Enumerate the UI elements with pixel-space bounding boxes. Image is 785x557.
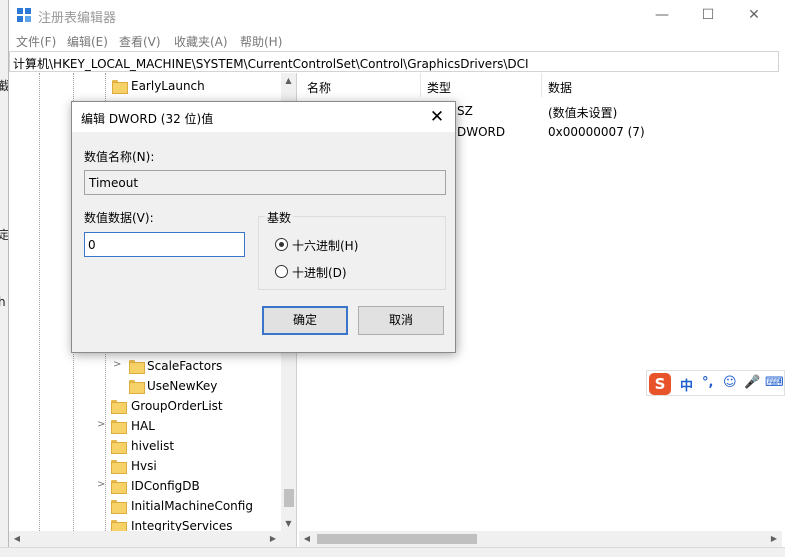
chevron-right-icon[interactable]: > <box>97 420 107 430</box>
chevron-right-icon[interactable]: > <box>97 480 107 490</box>
scroll-left-icon[interactable]: ◀ <box>9 531 25 547</box>
radio-hex-label[interactable]: 十六进制(H) <box>292 237 358 254</box>
scroll-down-icon[interactable]: ▼ <box>281 516 296 531</box>
tree-item-label: ScaleFactors <box>147 359 223 373</box>
tree-item-label: GroupOrderList <box>131 399 223 413</box>
scroll-up-icon[interactable]: ▲ <box>281 73 296 88</box>
tree-guide-line <box>39 73 40 531</box>
tree-item-label: EarlyLaunch <box>131 79 205 93</box>
radio-dec-label[interactable]: 十进制(D) <box>292 264 347 281</box>
regedit-app-icon <box>17 8 31 22</box>
chevron-right-icon[interactable]: > <box>113 360 123 370</box>
ime-chinese-mode[interactable]: 中 <box>680 375 693 394</box>
ok-button[interactable]: 确定 <box>262 306 348 335</box>
sogou-logo-icon[interactable]: S <box>649 373 671 395</box>
column-header-type[interactable]: 类型 <box>427 79 451 96</box>
folder-icon <box>129 380 145 394</box>
value-data: 0x00000007 (7) <box>548 125 645 139</box>
window-title: 注册表编辑器 <box>38 11 117 26</box>
bg-fragment: h <box>0 295 6 309</box>
tree-item-label: UseNewKey <box>147 379 218 393</box>
menu-view[interactable]: 查看(V) <box>119 33 161 50</box>
tree-item-label: Hvsi <box>131 459 157 473</box>
menu-favorites[interactable]: 收藏夹(A) <box>174 33 228 50</box>
folder-icon <box>112 80 128 94</box>
value-type: DWORD <box>457 125 506 139</box>
list-header: 名称 类型 数据 <box>299 73 782 97</box>
scroll-left-icon[interactable]: ◀ <box>299 531 315 547</box>
tree-item-label: HAL <box>131 419 155 433</box>
folder-icon <box>111 500 127 514</box>
ime-toolbar[interactable]: S 中 °, ☺ 🎤 ⌨ <box>646 370 785 396</box>
cancel-button[interactable]: 取消 <box>358 306 444 335</box>
column-divider[interactable] <box>541 73 542 97</box>
menu-help[interactable]: 帮助(H) <box>240 33 282 50</box>
folder-icon <box>111 440 127 454</box>
ime-keyboard-icon[interactable]: ⌨ <box>765 375 784 390</box>
folder-icon <box>111 460 127 474</box>
column-header-name[interactable]: 名称 <box>307 79 331 96</box>
value-data-input[interactable] <box>84 232 245 257</box>
radio-dec[interactable] <box>275 265 288 278</box>
maximize-button[interactable]: ☐ <box>685 0 731 30</box>
tree-item-label: InitialMachineConfig <box>131 499 253 513</box>
list-horizontal-scrollbar[interactable]: ◀ ▶ <box>299 531 782 547</box>
dialog-close-button[interactable]: ✕ <box>419 102 455 132</box>
folder-icon <box>129 360 145 374</box>
menu-file[interactable]: 文件(F) <box>16 33 56 50</box>
base-groupbox: 基数 十六进制(H) 十进制(D) <box>258 209 446 290</box>
value-name-field: Timeout <box>84 170 446 195</box>
scroll-thumb[interactable] <box>284 489 294 507</box>
tree-item-label: IDConfigDB <box>131 479 200 493</box>
tree-item-label: hivelist <box>131 439 175 453</box>
dialog-title-bar[interactable]: 编辑 DWORD (32 位)值 ✕ <box>72 102 455 132</box>
menu-bar: 文件(F) 编辑(E) 查看(V) 收藏夹(A) 帮助(H) <box>9 30 785 50</box>
ime-emoji-icon[interactable]: ☺ <box>723 375 737 390</box>
menu-edit[interactable]: 编辑(E) <box>67 33 108 50</box>
taskbar-edge <box>0 547 785 557</box>
value-name-text: Timeout <box>89 176 139 190</box>
minimize-button[interactable]: — <box>639 0 685 30</box>
value-data: (数值未设置) <box>548 106 618 120</box>
folder-icon <box>111 420 127 434</box>
scroll-thumb[interactable] <box>317 534 477 544</box>
base-label: 基数 <box>265 209 294 226</box>
ime-voice-icon[interactable]: 🎤 <box>744 375 760 390</box>
dialog-title: 编辑 DWORD (32 位)值 <box>81 112 214 126</box>
folder-icon <box>111 400 127 414</box>
ime-punctuation-icon[interactable]: °, <box>702 375 713 390</box>
address-bar[interactable]: 计算机\HKEY_LOCAL_MACHINE\SYSTEM\CurrentCon… <box>9 51 779 72</box>
folder-icon <box>111 480 127 494</box>
scroll-right-icon[interactable]: ▶ <box>766 531 782 547</box>
value-type: SZ <box>457 104 473 118</box>
value-data-label: 数值数据(V): <box>84 211 154 225</box>
tree-horizontal-scrollbar[interactable]: ◀ ▶ <box>9 531 296 547</box>
radio-hex[interactable] <box>275 238 288 251</box>
column-header-data[interactable]: 数据 <box>548 79 572 96</box>
scroll-right-icon[interactable]: ▶ <box>265 531 281 547</box>
address-path: 计算机\HKEY_LOCAL_MACHINE\SYSTEM\CurrentCon… <box>13 57 529 71</box>
edit-dword-dialog: 编辑 DWORD (32 位)值 ✕ 数值名称(N): Timeout 数值数据… <box>71 101 456 353</box>
close-button[interactable]: ✕ <box>731 0 777 30</box>
value-name-label: 数值名称(N): <box>84 150 155 164</box>
title-bar[interactable]: 注册表编辑器 — ☐ ✕ <box>9 0 785 30</box>
column-divider[interactable] <box>420 73 421 97</box>
